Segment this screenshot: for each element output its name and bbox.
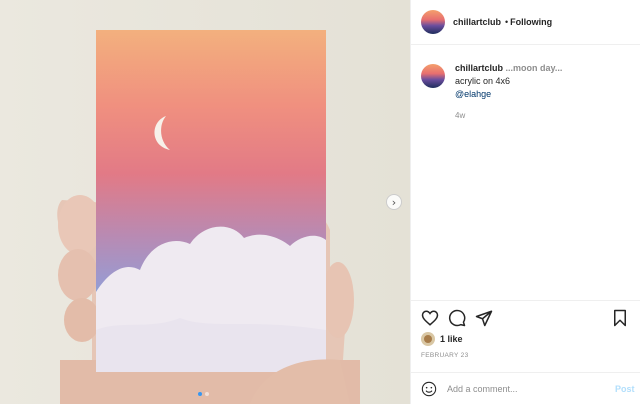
caption-avatar[interactable] <box>421 64 445 88</box>
post-image[interactable]: › <box>0 0 410 404</box>
caption-username[interactable]: chillartclub <box>455 63 503 73</box>
smile-icon[interactable] <box>421 381 437 397</box>
header-username[interactable]: chillartclub <box>453 17 501 27</box>
next-slide-button[interactable]: › <box>386 194 402 210</box>
bookmark-icon[interactable] <box>611 309 629 327</box>
post-side-panel: chillartclub • Following chillartclub ..… <box>410 0 640 404</box>
caption-line: acrylic on 4x6 <box>455 76 511 86</box>
post-header: chillartclub • Following <box>411 0 640 45</box>
heart-icon[interactable] <box>421 309 439 327</box>
action-bar <box>411 300 640 335</box>
likes-count[interactable]: 1 like <box>440 334 463 344</box>
comment-input[interactable] <box>447 384 607 394</box>
paper-plane-icon[interactable] <box>475 309 493 327</box>
caption-mention[interactable]: @elahge <box>455 88 562 101</box>
post-date[interactable]: FEBRUARY 23 <box>421 352 469 359</box>
caption-timestamp[interactable]: 4w <box>455 109 562 122</box>
following-button[interactable]: Following <box>510 17 552 27</box>
separator-dot: • <box>505 17 509 27</box>
caption: chillartclub ...moon day... acrylic on 4… <box>421 62 631 122</box>
carousel-indicator <box>198 392 209 396</box>
comment-bar: Post <box>411 372 640 405</box>
carousel-dot-active <box>198 392 202 396</box>
caption-title: ...moon day... <box>505 63 563 73</box>
comment-icon[interactable] <box>448 309 466 327</box>
painting-photo <box>0 0 410 404</box>
post-comment-button[interactable]: Post <box>615 384 635 394</box>
liker-avatar[interactable] <box>421 332 435 346</box>
avatar[interactable] <box>421 10 445 34</box>
likes-row: 1 like <box>421 332 463 346</box>
carousel-dot <box>205 392 209 396</box>
chevron-right-icon: › <box>391 195 397 209</box>
